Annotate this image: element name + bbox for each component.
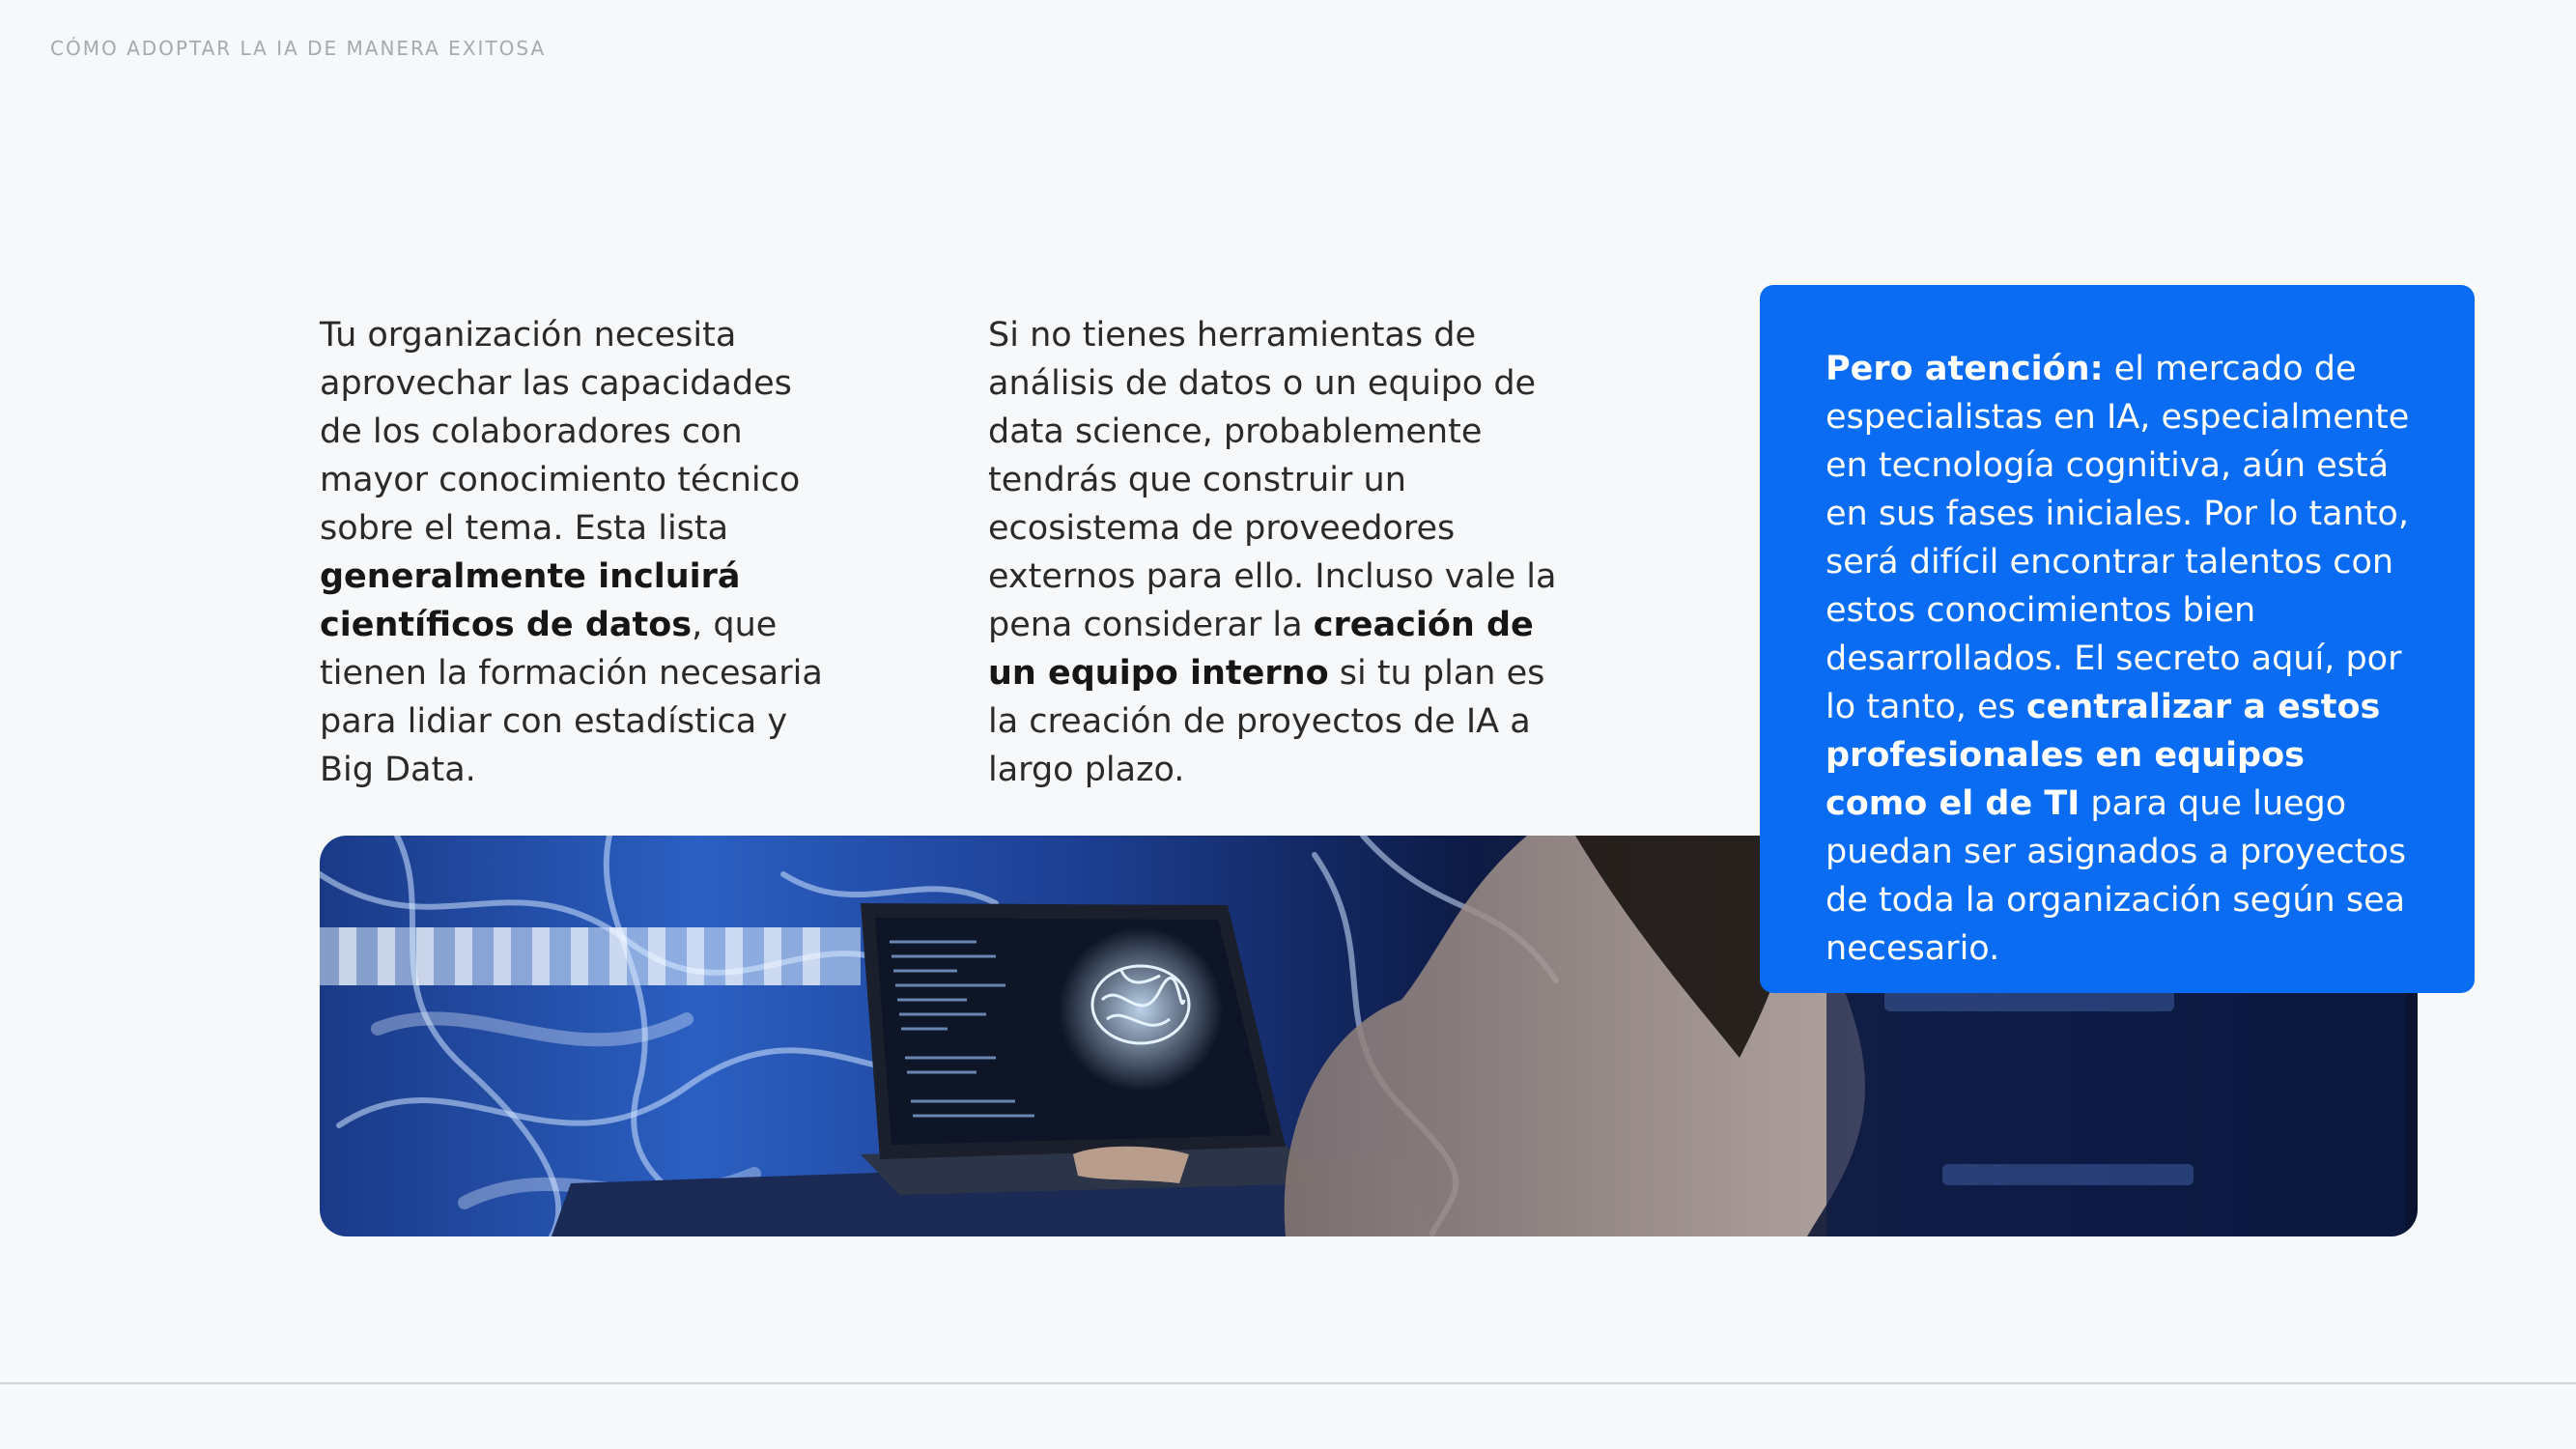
column-middle-intro: Si no tienes herramientas de análisis de… <box>988 316 1557 644</box>
callout-box: Pero atención: el mercado de especialist… <box>1760 285 2475 993</box>
column-left-emphasis: generalmente incluirá científicos de dat… <box>320 557 741 644</box>
page-header-title: CÓMO ADOPTAR LA IA DE MANERA EXITOSA <box>50 37 547 60</box>
callout-lead: Pero atención: <box>1826 350 2104 388</box>
column-left-intro: Tu organización necesita aprovechar las … <box>320 316 801 548</box>
brain-hologram-glow <box>1059 927 1223 1092</box>
text-column-middle: Si no tienes herramientas de análisis de… <box>988 311 1568 794</box>
text-column-left: Tu organización necesita aprovechar las … <box>320 311 832 794</box>
callout-intro: el mercado de especialistas en IA, espec… <box>1826 350 2410 726</box>
footer-divider <box>0 1382 2576 1384</box>
